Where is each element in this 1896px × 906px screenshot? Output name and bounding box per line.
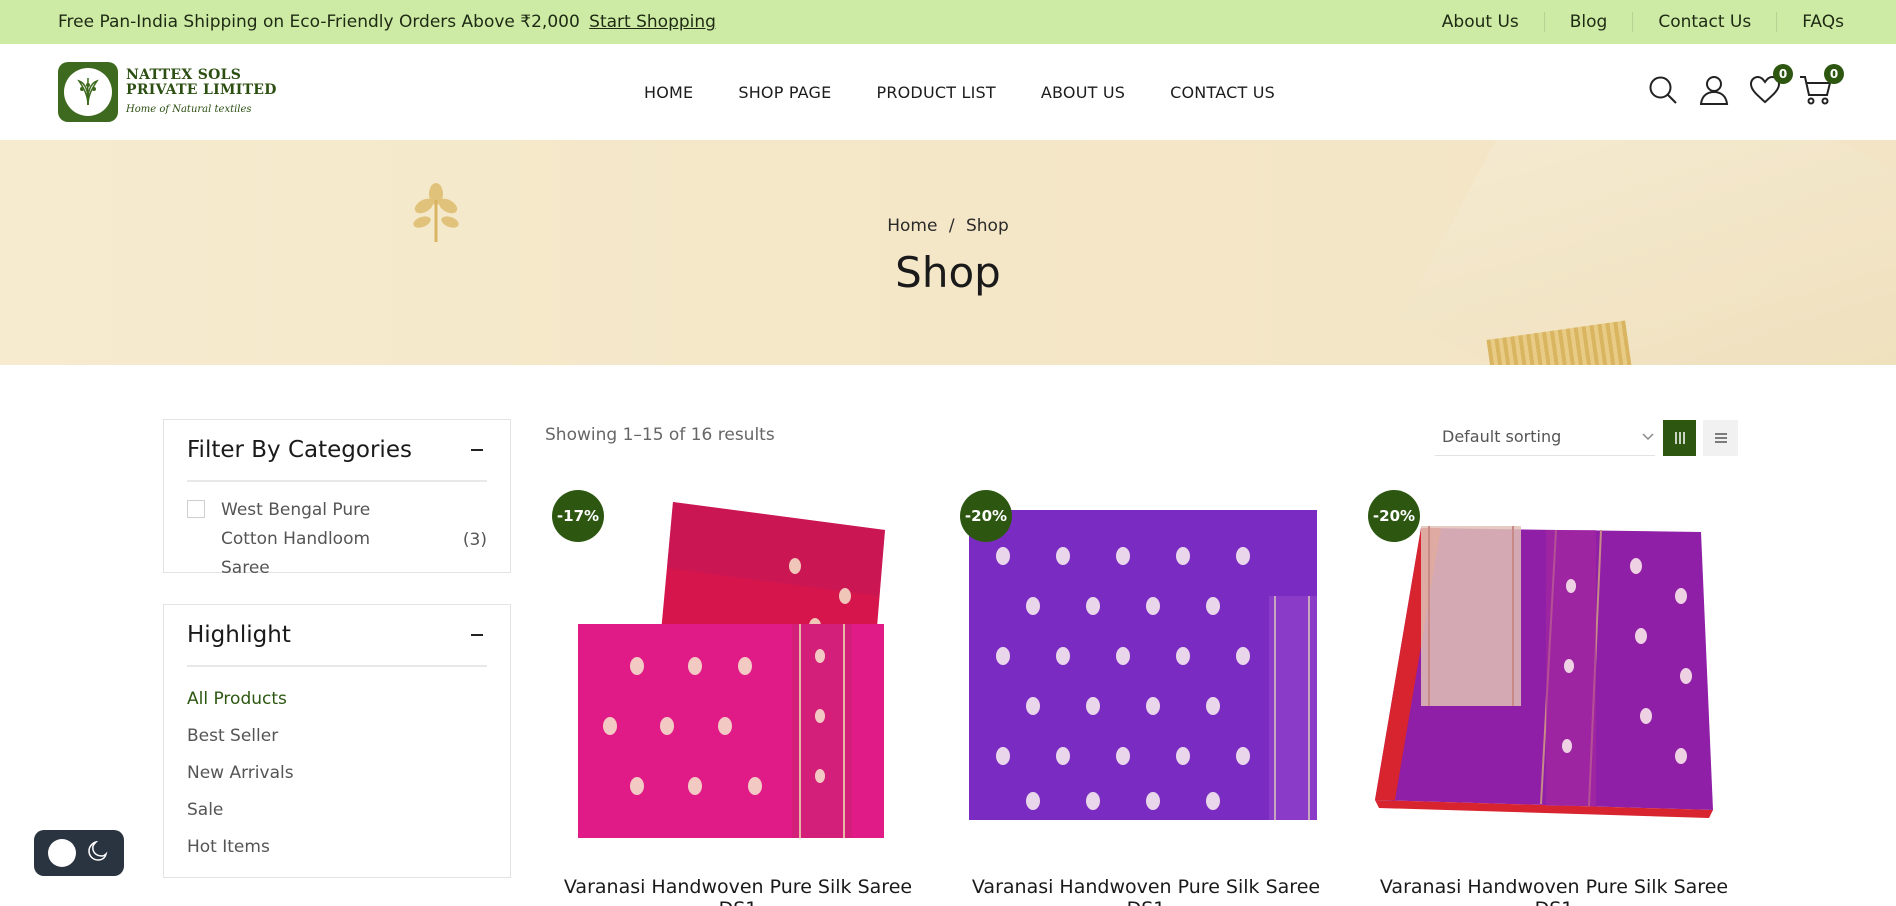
product-name[interactable]: Varanasi Handwoven Pure Silk Saree DS1 <box>545 876 931 906</box>
flower-motif-icon <box>408 180 464 250</box>
category-filter-header[interactable]: Filter By Categories <box>187 420 487 482</box>
top-link-contact[interactable]: Contact Us <box>1632 12 1776 32</box>
product-image[interactable] <box>953 486 1339 846</box>
discount-badge: -20% <box>1368 490 1420 542</box>
logo-mark-icon <box>58 62 118 122</box>
grid-view-icon[interactable] <box>1663 420 1696 456</box>
nav-home[interactable]: HOME <box>644 83 693 102</box>
highlight-new-arrivals[interactable]: New Arrivals <box>187 755 487 792</box>
top-link-faqs[interactable]: FAQs <box>1776 12 1844 32</box>
highlight-all-products[interactable]: All Products <box>187 681 487 718</box>
category-item[interactable]: West Bengal Pure Cotton Handloom Saree (… <box>187 482 487 599</box>
highlight-list: All Products Best Seller New Arrivals Sa… <box>187 667 487 878</box>
product-image[interactable] <box>545 486 931 846</box>
toggle-knob <box>48 839 76 867</box>
product-name[interactable]: Varanasi Handwoven Pure Silk Saree DS1 <box>953 876 1339 906</box>
highlight-title: Highlight <box>187 622 291 648</box>
top-link-blog[interactable]: Blog <box>1543 12 1633 32</box>
category-checkbox[interactable] <box>187 500 205 518</box>
main-nav: HOME SHOP PAGE PRODUCT LIST ABOUT US CON… <box>644 44 1320 140</box>
nav-product-list[interactable]: PRODUCT LIST <box>876 83 995 102</box>
start-shopping-link[interactable]: Start Shopping <box>589 12 716 32</box>
brand-name-line1: NATTEX SOLS <box>126 67 242 83</box>
dark-mode-toggle[interactable] <box>34 830 124 876</box>
top-link-about[interactable]: About Us <box>1417 12 1544 32</box>
product-card[interactable]: -20% Varanasi Handwoven Pure Silk Saree … <box>953 486 1339 906</box>
promo-text-container: Free Pan-India Shipping on Eco-Friendly … <box>58 12 716 32</box>
discount-badge: -20% <box>960 490 1012 542</box>
announcement-bar: Free Pan-India Shipping on Eco-Friendly … <box>0 0 1896 44</box>
brand-name-line2: PRIVATE LIMITED <box>126 82 277 98</box>
nav-shop-page[interactable]: SHOP PAGE <box>738 83 831 102</box>
result-count: Showing 1–15 of 16 results <box>545 425 775 445</box>
product-name[interactable]: Varanasi Handwoven Pure Silk Saree DS1 <box>1361 876 1747 906</box>
search-icon[interactable] <box>1645 72 1681 108</box>
category-filter-title: Filter By Categories <box>187 437 412 463</box>
highlight-hot-items[interactable]: Hot Items <box>187 829 487 866</box>
collapse-icon[interactable] <box>471 449 483 451</box>
promo-text: Free Pan-India Shipping on Eco-Friendly … <box>58 12 580 32</box>
header-icons: 0 0 <box>1630 64 1844 108</box>
user-icon[interactable] <box>1696 72 1732 108</box>
page-title: Shop <box>895 248 1001 297</box>
moon-icon <box>88 840 108 865</box>
sort-selected-value: Default sorting <box>1442 427 1562 446</box>
top-links: About Us Blog Contact Us FAQs <box>1417 12 1844 32</box>
category-count: (3) <box>462 529 487 550</box>
breadcrumb-home[interactable]: Home <box>887 216 937 236</box>
breadcrumb: Home / Shop <box>0 216 1896 236</box>
heart-icon[interactable]: 0 <box>1747 64 1793 108</box>
cart-icon[interactable]: 0 <box>1798 64 1844 108</box>
nav-about-us[interactable]: ABOUT US <box>1041 83 1125 102</box>
collapse-icon[interactable] <box>471 634 483 636</box>
product-card[interactable]: -17% Varanasi Handwoven Pure Silk Saree … <box>545 486 931 906</box>
highlight-widget: Highlight All Products Best Seller New A… <box>163 604 511 878</box>
cart-count-badge: 0 <box>1824 64 1844 84</box>
highlight-sale[interactable]: Sale <box>187 792 487 829</box>
sort-select[interactable]: Default sorting <box>1435 418 1655 456</box>
product-image[interactable] <box>1361 486 1747 846</box>
highlight-best-seller[interactable]: Best Seller <box>187 718 487 755</box>
discount-badge: -17% <box>552 490 604 542</box>
breadcrumb-current: Shop <box>965 216 1009 236</box>
category-filter-widget: Filter By Categories West Bengal Pure Co… <box>163 419 511 578</box>
chevron-down-icon <box>1641 427 1655 446</box>
list-view-icon[interactable] <box>1703 420 1738 456</box>
site-header: NATTEX SOLS PRIVATE LIMITED Home of Natu… <box>0 44 1896 140</box>
page-banner: Home / Shop Shop <box>0 140 1896 365</box>
nav-contact-us[interactable]: CONTACT US <box>1170 83 1275 102</box>
breadcrumb-separator: / <box>948 216 955 236</box>
wishlist-count-badge: 0 <box>1773 64 1793 84</box>
brand-logo[interactable]: NATTEX SOLS PRIVATE LIMITED Home of Natu… <box>58 62 277 122</box>
product-card[interactable]: -20% Varanasi Handwoven Pure Silk Saree … <box>1361 486 1747 906</box>
highlight-header[interactable]: Highlight <box>187 605 487 667</box>
brand-tagline: Home of Natural textiles <box>126 104 252 115</box>
category-label[interactable]: West Bengal Pure Cotton Handloom Saree <box>221 496 421 583</box>
